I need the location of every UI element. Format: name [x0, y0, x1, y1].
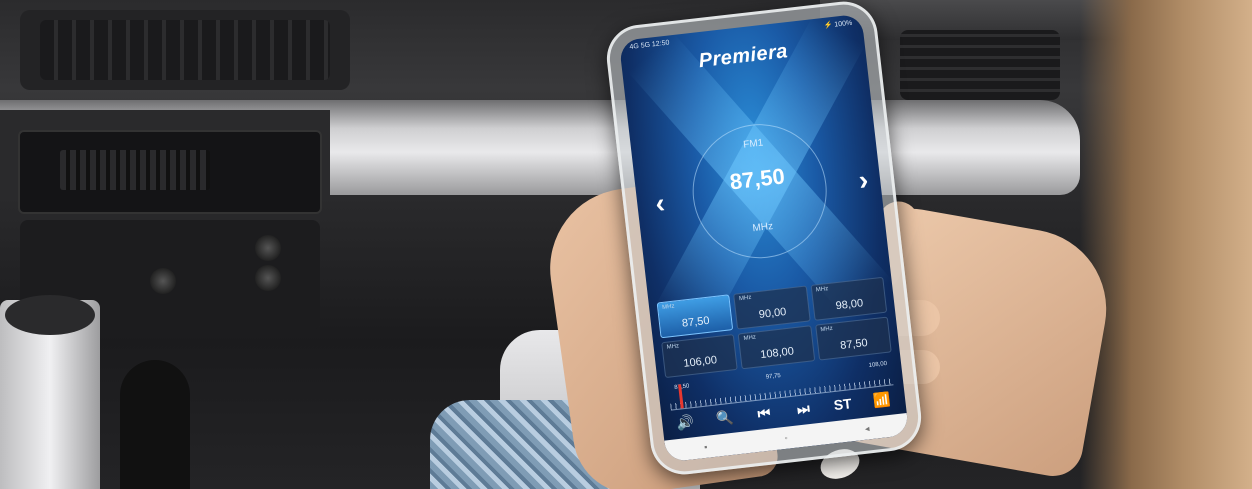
preset-button[interactable]: MHz 87,50	[814, 316, 892, 361]
gear-shifter	[120, 360, 190, 489]
preset-tag: MHz	[738, 294, 752, 303]
preset-value: 106,00	[682, 354, 718, 370]
stereo-icon[interactable]: ST	[827, 395, 859, 415]
scale-label-mid: 97,75	[765, 373, 782, 381]
preset-button[interactable]: MHz 108,00	[737, 325, 815, 370]
next-icon[interactable]: ⏭	[788, 399, 820, 419]
recent-apps-button[interactable]: ▪	[704, 442, 708, 452]
preset-button[interactable]: MHz 90,00	[733, 285, 811, 330]
console-knob	[255, 235, 281, 261]
car-head-unit-display	[60, 150, 210, 190]
console-knob	[255, 265, 281, 291]
preset-value: 87,50	[839, 336, 869, 353]
console-knob	[150, 268, 176, 294]
preset-tag: MHz	[666, 343, 680, 351]
preset-button[interactable]: MHz 106,00	[661, 334, 739, 379]
previous-icon[interactable]: ⏮	[748, 403, 780, 423]
preset-value: 90,00	[758, 305, 787, 322]
left-vent-slats	[40, 20, 330, 80]
hair	[1080, 0, 1252, 489]
cup-lid	[5, 295, 95, 335]
preset-value: 108,00	[759, 345, 795, 362]
preset-value: 87,50	[681, 314, 711, 330]
signal-icon[interactable]: 📶	[866, 390, 898, 410]
scale-label-max: 108,00	[868, 360, 888, 369]
home-button[interactable]: ◦	[784, 433, 788, 443]
preset-button[interactable]: MHz 87,50	[656, 294, 734, 339]
status-right: ⚡ 100%	[823, 19, 853, 30]
scale-label-min: 87,50	[674, 383, 690, 392]
preset-tag: MHz	[815, 286, 829, 294]
radio-app-screen: 4G 5G 12:50 ⚡ 100% Premiera FM1 87,50 MH…	[618, 13, 910, 463]
preset-tag: MHz	[743, 334, 757, 342]
preset-button[interactable]: MHz 98,00	[810, 276, 888, 321]
back-button[interactable]: ◂	[864, 423, 870, 434]
smartphone: 4G 5G 12:50 ⚡ 100% Premiera FM1 87,50 MH…	[603, 0, 925, 478]
search-icon[interactable]: 🔍	[709, 408, 741, 428]
preset-tag: MHz	[820, 325, 834, 334]
volume-icon[interactable]: 🔊	[670, 412, 702, 432]
preset-tag: MHz	[661, 303, 675, 311]
car-interior-photo: 4G 5G 12:50 ⚡ 100% Premiera FM1 87,50 MH…	[0, 0, 1252, 489]
preset-value: 98,00	[835, 297, 864, 313]
right-air-vent	[900, 30, 1060, 100]
